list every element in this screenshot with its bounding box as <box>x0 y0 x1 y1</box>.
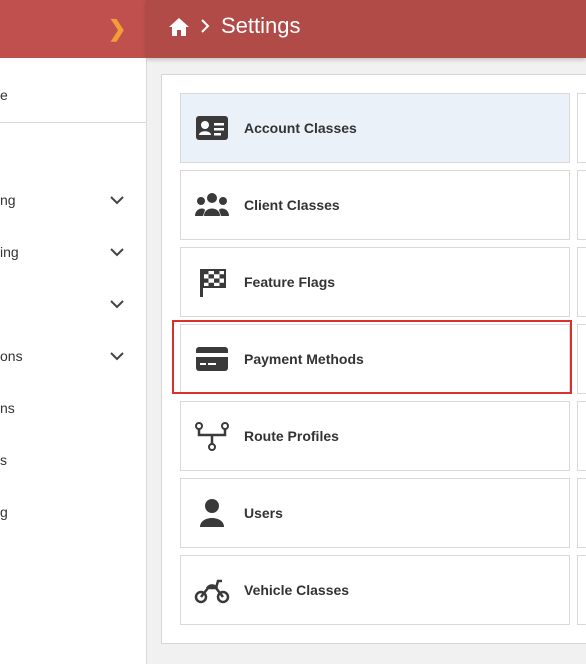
checkered-flag-icon <box>200 269 226 297</box>
breadcrumb-chevron-icon <box>201 19 210 33</box>
sidebar-toggle-icon[interactable]: ❯ <box>108 17 126 41</box>
card-label: Route Profiles <box>244 428 339 444</box>
card-client-classes[interactable]: Client Classes <box>180 170 570 240</box>
sidebar-item-4[interactable]: ons <box>0 346 146 366</box>
card-edge[interactable] <box>577 478 586 548</box>
card-label: Account Classes <box>244 120 357 136</box>
sidebar-item-label: ons <box>0 348 23 364</box>
id-card-icon <box>196 116 228 140</box>
sidebar-header: ❯ <box>0 0 146 58</box>
card-payment-methods[interactable]: Payment Methods <box>180 324 570 394</box>
card-label: Users <box>244 505 283 521</box>
sidebar-item-2[interactable]: ing <box>0 242 146 262</box>
card-label: Client Classes <box>244 197 340 213</box>
sidebar: ❯ e ng ing ons ns s g <box>0 0 147 664</box>
card-account-classes[interactable]: Account Classes <box>180 93 570 163</box>
chevron-down-icon <box>110 196 124 205</box>
chevron-down-icon <box>110 248 124 257</box>
card-edge[interactable] <box>577 555 586 625</box>
users-group-icon <box>195 193 229 216</box>
sidebar-user-label[interactable]: e <box>0 87 8 103</box>
sidebar-item-label: ns <box>0 400 15 416</box>
card-route-profiles[interactable]: Route Profiles <box>180 401 570 471</box>
chevron-down-icon <box>110 352 124 361</box>
card-edge[interactable] <box>577 401 586 471</box>
card-users[interactable]: Users <box>180 478 570 548</box>
card-edge[interactable] <box>577 170 586 240</box>
sidebar-item-6[interactable]: s <box>0 450 146 470</box>
sidebar-item-label: s <box>0 452 7 468</box>
sidebar-item-3[interactable] <box>0 294 146 314</box>
sidebar-item-7[interactable]: g <box>0 502 146 522</box>
home-icon[interactable] <box>168 16 190 38</box>
sidebar-item-label: ng <box>0 192 16 208</box>
sidebar-item-5[interactable]: ns <box>0 398 146 418</box>
card-edge[interactable] <box>577 247 586 317</box>
card-vehicle-classes[interactable]: Vehicle Classes <box>180 555 570 625</box>
card-label: Payment Methods <box>244 351 364 367</box>
sidebar-divider <box>0 122 146 123</box>
card-label: Vehicle Classes <box>244 582 350 598</box>
card-edge[interactable] <box>577 324 586 394</box>
card-feature-flags[interactable]: Feature Flags <box>180 247 570 317</box>
top-bar: Settings <box>146 0 586 58</box>
user-icon <box>200 499 224 527</box>
card-edge[interactable] <box>577 93 586 163</box>
route-icon <box>195 422 229 451</box>
chevron-down-icon <box>110 300 124 309</box>
page-title: Settings <box>221 13 301 38</box>
sidebar-item-1[interactable]: ng <box>0 190 146 210</box>
credit-card-icon <box>196 347 228 371</box>
motorcycle-icon <box>194 579 230 604</box>
card-label: Feature Flags <box>244 274 336 290</box>
sidebar-item-label: g <box>0 504 8 520</box>
sidebar-item-label: ing <box>0 244 19 260</box>
